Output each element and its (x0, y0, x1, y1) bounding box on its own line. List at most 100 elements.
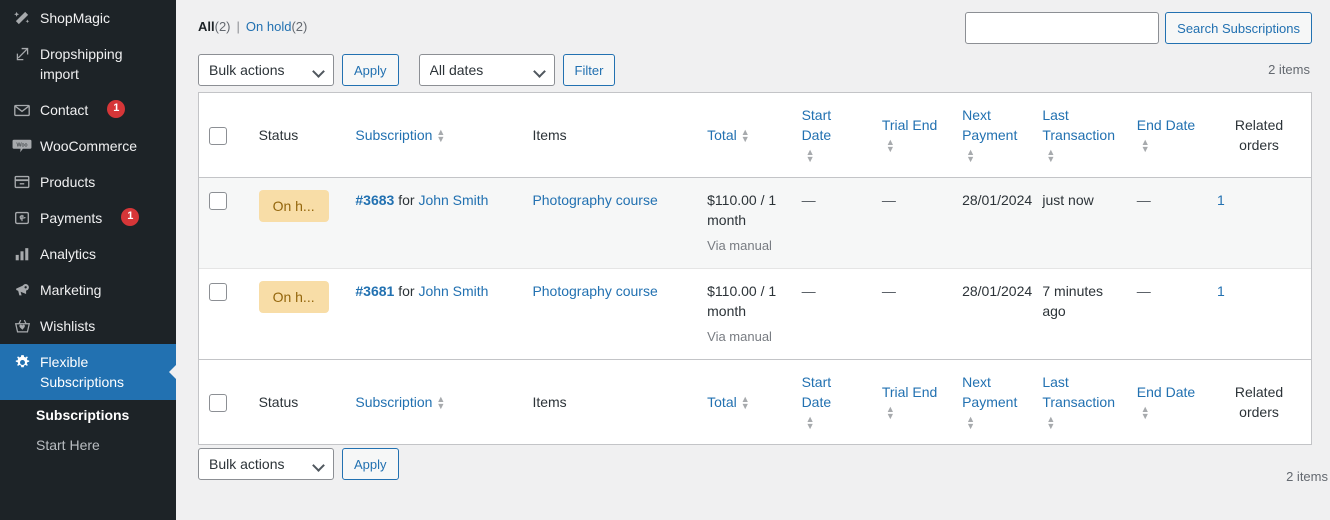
table-row[interactable]: On h... #3681 for John Smith Photography… (199, 269, 1311, 359)
sidebar-item-label: WooCommerce (40, 136, 149, 156)
sidebar-item-label: Flexible Subscriptions (40, 352, 160, 392)
row-select-checkbox[interactable] (209, 283, 227, 301)
sort-start-date-link[interactable]: Start Date (802, 107, 832, 143)
sidebar-item-shopmagic[interactable]: ShopMagic (0, 0, 176, 36)
bulk-actions-select-top[interactable]: Bulk actions (198, 54, 334, 86)
row-related-orders-cell: 1 (1207, 178, 1311, 269)
sort-next-payment-link[interactable]: Next Payment (962, 107, 1017, 143)
sidebar-item-flexible-subscriptions[interactable]: Flexible Subscriptions (0, 344, 176, 400)
admin-page: ShopMagic Dropshipping import Contact 1 (0, 0, 1330, 520)
item-product-link[interactable]: Photography course (532, 192, 657, 208)
sort-end-date-link[interactable]: End Date (1137, 117, 1195, 133)
search-submit-button[interactable]: Search Subscriptions (1165, 12, 1312, 44)
column-header-last-transaction: Last Transaction ▲▼ (1032, 93, 1126, 178)
row-checkbox-cell (199, 269, 249, 359)
column-header-total: Total ▲▼ (697, 93, 791, 178)
table-topbar: All(2)|On hold(2) Bulk actions Apply All… (198, 0, 1312, 92)
sort-indicator-icon[interactable]: ▲▼ (806, 149, 816, 163)
sort-indicator-icon[interactable]: ▲▼ (1046, 416, 1056, 430)
select-all-checkbox-footer[interactable] (209, 394, 227, 412)
dates-filter-select[interactable]: All dates (419, 54, 555, 86)
sort-total-link[interactable]: Total (707, 127, 737, 143)
item-product-link[interactable]: Photography course (532, 283, 657, 299)
sort-indicator-icon[interactable]: ▲▼ (886, 139, 896, 153)
column-footer-related-orders: Related orders (1207, 359, 1311, 444)
column-label: Items (532, 394, 566, 410)
sidebar-item-label: Analytics (40, 244, 108, 264)
sidebar-item-label: Products (40, 172, 107, 192)
sort-indicator-icon[interactable]: ▲▼ (741, 396, 751, 410)
select-all-checkbox[interactable] (209, 127, 227, 145)
column-label: Related orders (1235, 384, 1283, 420)
import-arrow-icon (4, 44, 40, 64)
view-onhold-link[interactable]: On hold (246, 19, 292, 34)
column-footer-status: Status (249, 359, 346, 444)
subscription-number-link[interactable]: #3681 (355, 283, 394, 299)
sidebar-item-products[interactable]: Products (0, 164, 176, 200)
sidebar-item-contact[interactable]: Contact 1 (0, 92, 176, 128)
sort-subscription-link[interactable]: Subscription (355, 127, 432, 143)
row-next-payment-cell: 28/01/2024 (952, 269, 1032, 359)
sidebar-item-wishlists[interactable]: Wishlists (0, 308, 176, 344)
bulk-actions-wrap-bottom: Bulk actions (198, 448, 334, 480)
sidebar-item-marketing[interactable]: Marketing (0, 272, 176, 308)
tablenav-top: Bulk actions Apply All dates Filter (198, 54, 615, 86)
sidebar-subitem-subscriptions[interactable]: Subscriptions (0, 400, 176, 430)
bulk-actions-select-bottom[interactable]: Bulk actions (198, 448, 334, 480)
table-footer-row: Status Subscription ▲▼ Items Total ▲▼ Star… (199, 359, 1311, 444)
row-start-date-cell: — (792, 269, 872, 359)
apply-button-top[interactable]: Apply (342, 54, 399, 86)
column-footer-trial-end: Trial End ▲▼ (872, 359, 952, 444)
sidebar-subitem-label: Subscriptions (36, 407, 129, 423)
table-row[interactable]: On h... #3683 for John Smith Photography… (199, 178, 1311, 269)
table-foot: Status Subscription ▲▼ Items Total ▲▼ Star… (199, 359, 1311, 444)
sort-indicator-icon[interactable]: ▲▼ (886, 406, 896, 420)
view-all-count: (2) (215, 19, 231, 34)
column-header-end-date: End Date ▲▼ (1127, 93, 1207, 178)
row-end-date-cell: — (1127, 178, 1207, 269)
sidebar-item-woocommerce[interactable]: Woo WooCommerce (0, 128, 176, 164)
apply-button-bottom[interactable]: Apply (342, 448, 399, 480)
magic-wand-icon (4, 8, 40, 28)
sort-subscription-link-footer[interactable]: Subscription (355, 394, 432, 410)
total-amount: $110.00 / 1 month (707, 192, 776, 228)
search-input[interactable] (965, 12, 1159, 44)
subscription-for-text: for (398, 192, 414, 208)
sort-next-payment-link-footer[interactable]: Next Payment (962, 374, 1017, 410)
sort-indicator-icon[interactable]: ▲▼ (806, 416, 816, 430)
sort-indicator-icon[interactable]: ▲▼ (966, 149, 976, 163)
subscription-customer-link[interactable]: John Smith (418, 192, 488, 208)
sort-indicator-icon[interactable]: ▲▼ (436, 129, 446, 143)
subscription-customer-link[interactable]: John Smith (418, 283, 488, 299)
sort-indicator-icon[interactable]: ▲▼ (1141, 406, 1151, 420)
row-select-checkbox[interactable] (209, 192, 227, 210)
filter-button[interactable]: Filter (563, 54, 616, 86)
sort-indicator-icon[interactable]: ▲▼ (436, 396, 446, 410)
sort-trial-end-link[interactable]: Trial End (882, 117, 938, 133)
view-all-label[interactable]: All (198, 19, 215, 34)
sort-last-transaction-link-footer[interactable]: Last Transaction (1042, 374, 1115, 410)
sidebar-subitem-start-here[interactable]: Start Here (0, 430, 176, 460)
sort-indicator-icon[interactable]: ▲▼ (1141, 139, 1151, 153)
sort-indicator-icon[interactable]: ▲▼ (741, 129, 751, 143)
sort-indicator-icon[interactable]: ▲▼ (1046, 149, 1056, 163)
total-amount: $110.00 / 1 month (707, 283, 776, 319)
column-footer-total: Total ▲▼ (697, 359, 791, 444)
related-orders-link[interactable]: 1 (1217, 192, 1225, 208)
sort-end-date-link-footer[interactable]: End Date (1137, 384, 1195, 400)
subscription-number-link[interactable]: #3683 (355, 192, 394, 208)
sort-start-date-link-footer[interactable]: Start Date (802, 374, 832, 410)
sidebar-item-payments[interactable]: Payments 1 (0, 200, 176, 236)
related-orders-link[interactable]: 1 (1217, 283, 1225, 299)
sidebar-subitem-label: Start Here (36, 437, 100, 453)
sort-indicator-icon[interactable]: ▲▼ (966, 416, 976, 430)
sort-trial-end-link-footer[interactable]: Trial End (882, 384, 938, 400)
select-all-footer (199, 359, 249, 444)
sidebar-item-dropshipping-import[interactable]: Dropshipping import (0, 36, 176, 92)
sort-total-link-footer[interactable]: Total (707, 394, 737, 410)
status-badge: On h... (259, 190, 329, 222)
woo-icon: Woo (4, 136, 40, 156)
sort-last-transaction-link[interactable]: Last Transaction (1042, 107, 1115, 143)
sidebar-item-analytics[interactable]: Analytics (0, 236, 176, 272)
row-status-cell: On h... (249, 269, 346, 359)
